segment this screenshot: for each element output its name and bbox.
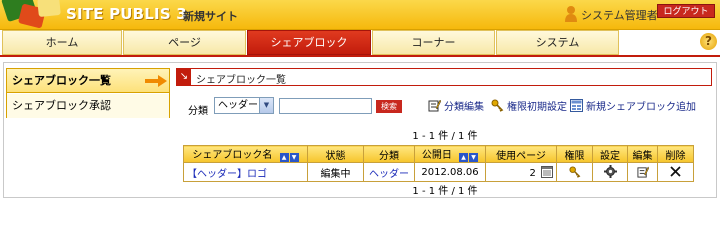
col-published-header[interactable]: 公開日 ▲ ▼ [414,145,486,163]
category-edit-label: 分類編集 [444,102,484,113]
row-name-link[interactable]: 【ヘッダー】ロゴ [187,169,267,180]
pager-bottom: 1 - 1 件 / 1 件 [0,182,720,197]
arrow-down-right-icon: ↘ [177,69,191,85]
row-published-cell: 2012.08.06 [414,162,486,182]
sidebar-item-share-block-approval[interactable]: シェアブロック承認 [7,94,169,118]
tab-share-block[interactable]: シェアブロック [247,30,371,55]
nav-underline [0,55,720,57]
table-row: 【ヘッダー】ロゴ 編集中 ヘッダー 2012.08.06 2 [183,162,694,182]
key-icon [491,99,504,112]
row-category-cell: ヘッダー [363,162,415,182]
tab-page[interactable]: ページ [123,30,246,55]
help-icon[interactable]: ? [700,33,717,50]
logo-graphic [0,0,62,30]
category-select[interactable]: ヘッダー ▼ [214,97,274,114]
settings-icon[interactable] [603,165,617,178]
new-share-block-link[interactable]: 新規シェアブロック追加 [570,98,696,113]
sort-arrows[interactable]: ▲ ▼ [279,151,299,162]
row-edit-cell [627,162,658,182]
key-icon[interactable] [568,165,581,178]
col-category-header: 分類 [363,145,415,163]
search-button[interactable]: 検索 [376,100,402,113]
col-delete-header: 削除 [657,145,694,163]
col-settings-header: 設定 [592,145,628,163]
row-name-cell[interactable]: 【ヘッダー】ロゴ [183,162,308,182]
keyword-input[interactable] [279,98,372,114]
sort-asc-icon[interactable]: ▲ [279,153,289,162]
col-edit-header: 編集 [627,145,658,163]
category-label: 分類 [188,106,208,117]
row-status-cell: 編集中 [307,162,364,182]
sidebar: シェアブロック一覧 シェアブロック承認 [6,68,170,118]
logout-button[interactable]: ログアウト [657,4,715,18]
tab-home[interactable]: ホーム [2,30,122,55]
col-permission-header: 権限 [556,145,593,163]
page-list-icon[interactable] [541,165,553,178]
pager-text: 1 - 1 件 / 1 件 [412,131,478,142]
sort-arrows[interactable]: ▲ ▼ [458,151,479,162]
app-header: SITE PUBLIS 3 新規サイト システム管理者 ログアウト [0,0,720,30]
category-edit-link[interactable]: 分類編集 [428,98,484,113]
permission-init-link[interactable]: 権限初期設定 [491,98,567,113]
table-header-row: シェアブロック名 ▲ ▼ 状態 分類 公開日 ▲ ▼ 使用ページ 権限 設定 編集 … [183,145,694,163]
site-name: 新規サイト [183,10,238,23]
sort-asc-icon[interactable]: ▲ [459,153,469,162]
edit-note-icon[interactable] [636,166,649,178]
share-block-table: シェアブロック名 ▲ ▼ 状態 分類 公開日 ▲ ▼ 使用ページ 権限 設定 編集 … [183,145,694,182]
chevron-down-icon: ▼ [259,98,273,113]
tab-corner[interactable]: コーナー [372,30,495,55]
sort-desc-icon[interactable]: ▼ [469,153,479,162]
user-icon [565,6,577,22]
sidebar-item-label: シェアブロック承認 [12,99,111,112]
row-pages-used-count: 2 [529,167,536,179]
row-delete-cell [657,162,694,182]
row-category-link[interactable]: ヘッダー [369,169,409,180]
edit-note-icon [428,99,441,112]
col-status-header: 状態 [307,145,364,163]
sort-desc-icon[interactable]: ▼ [289,153,299,162]
col-name-header[interactable]: シェアブロック名 ▲ ▼ [183,145,308,163]
row-pages-used-cell: 2 [485,162,557,182]
col-published-label: 公開日 [421,150,452,161]
category-select-value: ヘッダー [218,100,258,111]
logo-text: SITE PUBLIS 3 [66,5,187,23]
col-pages-used-header: 使用ページ [485,145,557,163]
delete-x-icon[interactable] [670,165,681,177]
arrow-right-icon [145,75,167,87]
col-name-label: シェアブロック名 [192,150,273,161]
new-share-block-label: 新規シェアブロック追加 [586,102,696,113]
row-settings-cell [592,162,628,182]
section-title-bar: ↘ シェアブロック一覧 [176,68,712,86]
main-nav: ホーム ページ シェアブロック コーナー システム [0,30,720,57]
row-permission-cell [556,162,593,182]
sidebar-item-label: シェアブロック一覧 [12,74,111,87]
pager-top: 1 - 1 件 / 1 件 [0,127,720,142]
permission-init-label: 権限初期設定 [507,102,567,113]
tab-system[interactable]: システム [496,30,619,55]
section-title: シェアブロック一覧 [196,75,286,86]
user-name: システム管理者 [581,9,658,22]
sidebar-item-share-block-list[interactable]: シェアブロック一覧 [7,69,169,93]
add-block-icon [570,99,583,112]
pager-text: 1 - 1 件 / 1 件 [412,186,478,197]
